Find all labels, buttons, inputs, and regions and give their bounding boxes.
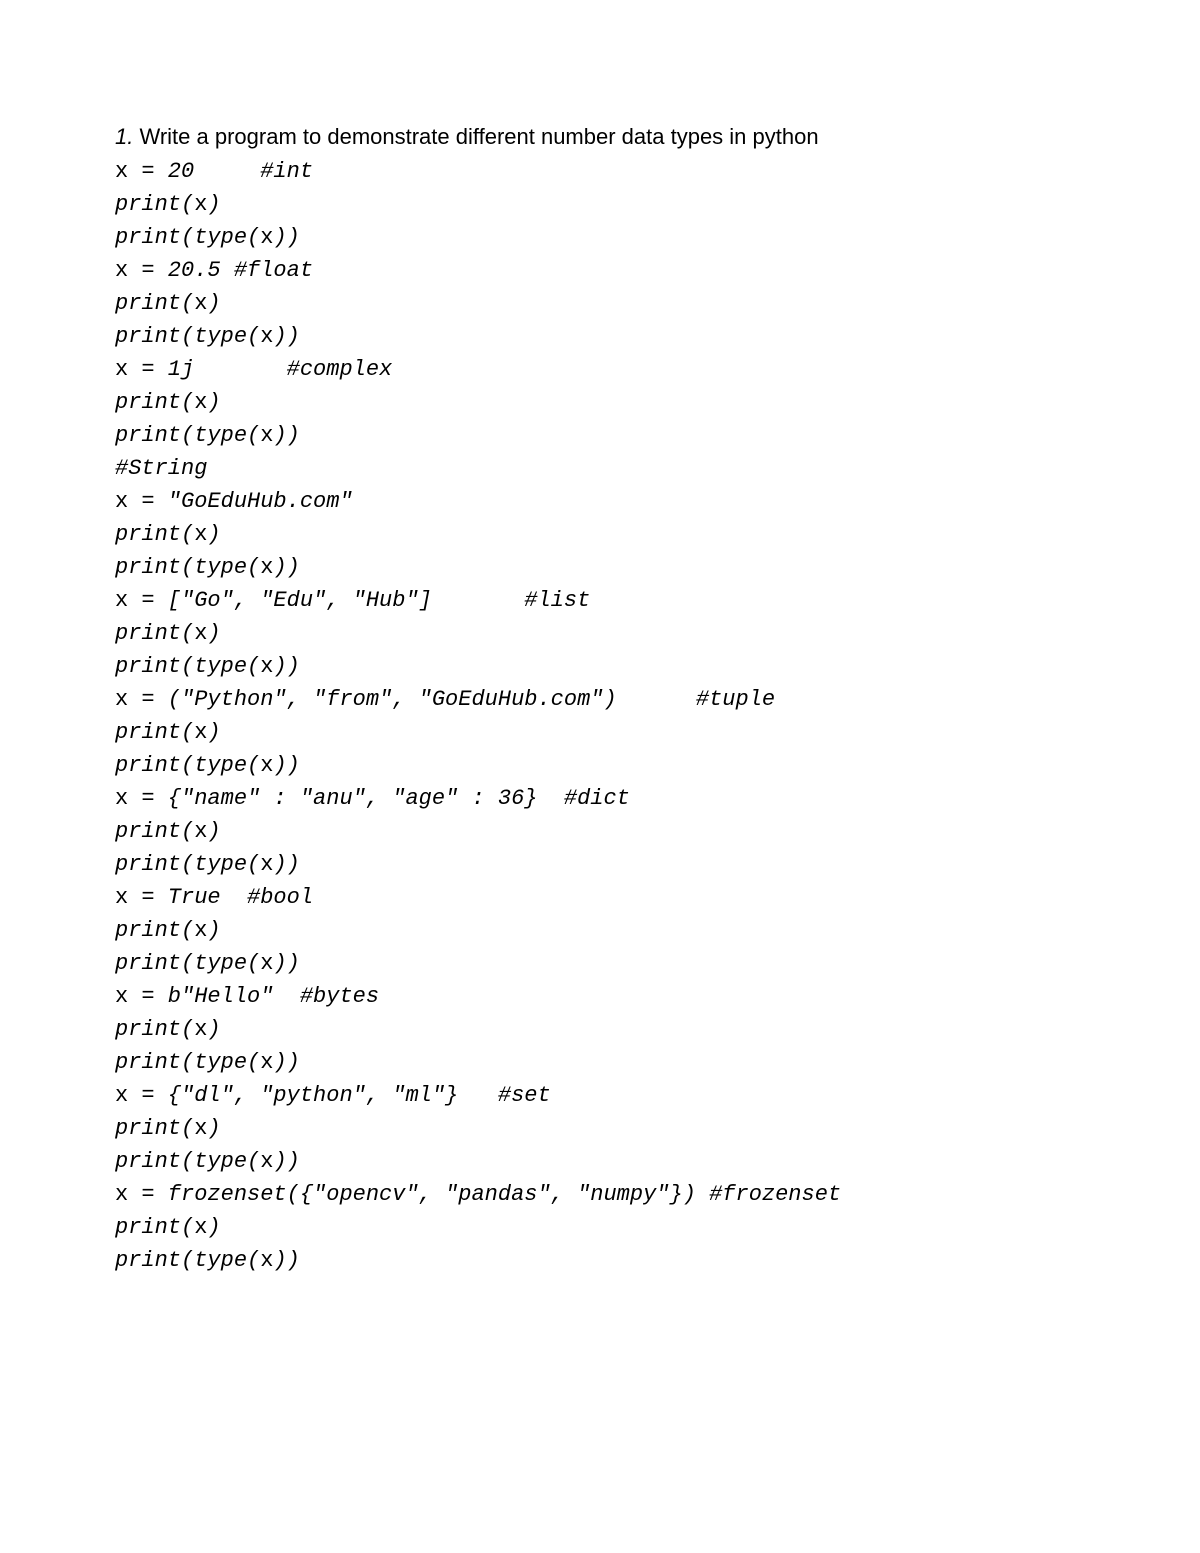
code-line: print(type(x)) [115, 749, 1085, 782]
code-line: print(x) [115, 1112, 1085, 1145]
code-line: print(x) [115, 287, 1085, 320]
code-line: x = frozenset({"opencv", "pandas", "nump… [115, 1178, 1085, 1211]
code-line: x = 20.5 #float [115, 254, 1085, 287]
code-line: print(type(x)) [115, 551, 1085, 584]
code-line: x = ("Python", "from", "GoEduHub.com") #… [115, 683, 1085, 716]
title-number: 1. [115, 124, 133, 149]
code-line: print(type(x)) [115, 320, 1085, 353]
code-line: x = "GoEduHub.com" [115, 485, 1085, 518]
code-line: print(x) [115, 386, 1085, 419]
code-line: print(x) [115, 815, 1085, 848]
code-line: #String [115, 452, 1085, 485]
code-line: print(x) [115, 617, 1085, 650]
code-line: print(type(x)) [115, 221, 1085, 254]
code-line: print(x) [115, 716, 1085, 749]
code-line: print(x) [115, 914, 1085, 947]
document-title: 1. Write a program to demonstrate differ… [115, 120, 1085, 153]
code-line: print(type(x)) [115, 419, 1085, 452]
code-line: x = b"Hello" #bytes [115, 980, 1085, 1013]
code-line: print(x) [115, 518, 1085, 551]
code-line: print(type(x)) [115, 1145, 1085, 1178]
code-line: print(type(x)) [115, 650, 1085, 683]
code-line: x = {"dl", "python", "ml"} #set [115, 1079, 1085, 1112]
code-line: x = ["Go", "Edu", "Hub"] #list [115, 584, 1085, 617]
code-line: x = 20 #int [115, 155, 1085, 188]
code-line: x = True #bool [115, 881, 1085, 914]
code-line: print(x) [115, 1211, 1085, 1244]
code-line: x = {"name" : "anu", "age" : 36} #dict [115, 782, 1085, 815]
code-line: print(type(x)) [115, 947, 1085, 980]
code-line: x = 1j #complex [115, 353, 1085, 386]
title-text: Write a program to demonstrate different… [133, 124, 818, 149]
code-line: print(x) [115, 188, 1085, 221]
code-line: print(x) [115, 1013, 1085, 1046]
code-line: print(type(x)) [115, 848, 1085, 881]
code-line: print(type(x)) [115, 1244, 1085, 1277]
code-line: print(type(x)) [115, 1046, 1085, 1079]
